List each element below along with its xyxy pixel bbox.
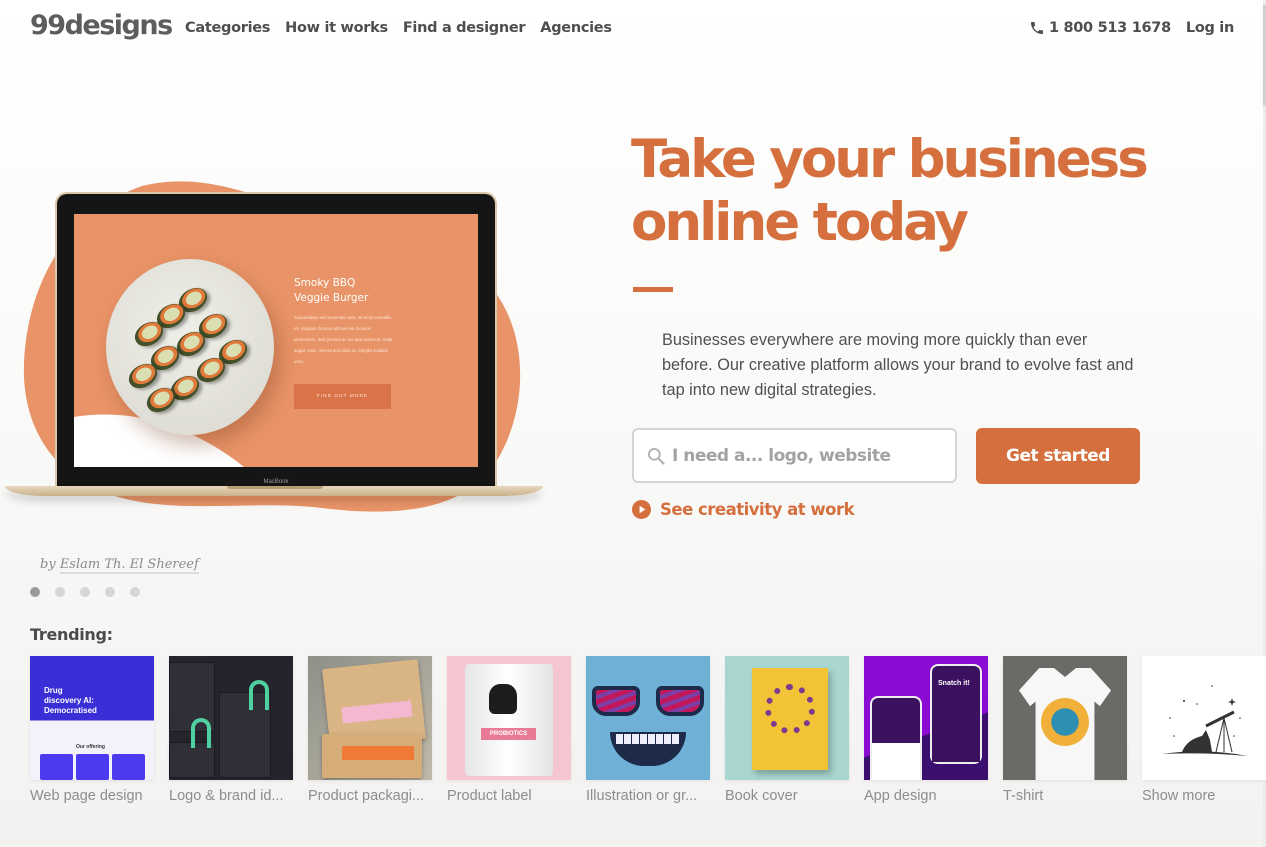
- logo[interactable]: 99designs: [30, 10, 173, 41]
- trending-item-logo-brand-identity[interactable]: Logo & brand id...: [169, 656, 293, 804]
- laptop-screen: Smoky BBQ Veggie Burger Suspendisse sed …: [74, 214, 478, 467]
- screen-title: Smoky BBQ Veggie Burger: [294, 277, 369, 304]
- trending-item-illustration[interactable]: Illustration or gr...: [586, 656, 710, 804]
- design-credit: by Eslam Th. El Shereef: [40, 557, 199, 574]
- designer-link[interactable]: Eslam Th. El Shereef: [59, 557, 199, 574]
- app-design-thumbnail: Snatch it!: [864, 656, 988, 780]
- carousel-dots: [30, 587, 140, 597]
- login-link[interactable]: Log in: [1186, 20, 1234, 36]
- carousel-dot-2[interactable]: [55, 587, 65, 597]
- play-icon: [632, 500, 651, 519]
- telescope-dog-icon: [1162, 685, 1248, 756]
- search-input[interactable]: [672, 445, 942, 466]
- trending-item-app-design[interactable]: Snatch it! App design: [864, 656, 988, 804]
- trending-item-web-page-design[interactable]: Drug discovery AI: Democratised Our offe…: [30, 656, 154, 804]
- device-label: MacBook: [263, 479, 289, 485]
- carousel-dot-5[interactable]: [130, 587, 140, 597]
- search-box: [632, 428, 957, 483]
- trending-heading: Trending:: [30, 625, 113, 644]
- carousel-dot-3[interactable]: [80, 587, 90, 597]
- trending-list: Drug discovery AI: Democratised Our offe…: [30, 656, 1266, 804]
- web-page-design-thumbnail: Drug discovery AI: Democratised Our offe…: [30, 656, 154, 780]
- nav-how-it-works[interactable]: How it works: [285, 20, 388, 36]
- show-more-thumbnail: [1142, 656, 1266, 780]
- trending-item-product-packaging[interactable]: Product packagi...: [308, 656, 432, 804]
- screen-body: Suspendisse sed venenatis ante, sit amet…: [294, 315, 393, 364]
- product-label-thumbnail: PROBIOTICS: [447, 656, 571, 780]
- laptop-notch: [227, 486, 323, 489]
- search-icon: [648, 447, 665, 465]
- phone-number: 1 800 513 1678: [1048, 20, 1171, 36]
- food-plate: [106, 259, 274, 435]
- header-actions: 1 800 513 1678 Log in: [1029, 20, 1234, 36]
- trending-item-book-cover[interactable]: Book cover: [725, 656, 849, 804]
- hero-intro: Businesses everywhere are moving more qu…: [662, 331, 1134, 399]
- laptop-showcase: Smoky BBQ Veggie Burger Suspendisse sed …: [5, 192, 543, 502]
- logo-brand-identity-thumbnail: [169, 656, 293, 780]
- hero-headline: Take your business online today: [631, 129, 1149, 253]
- see-creativity-link[interactable]: See creativity at work: [632, 500, 855, 519]
- nav-agencies[interactable]: Agencies: [540, 20, 612, 36]
- t-shirt-thumbnail: [1003, 656, 1127, 780]
- carousel-dot-1[interactable]: [30, 587, 40, 597]
- carousel-dot-4[interactable]: [105, 587, 115, 597]
- main-nav: Categories How it works Find a designer …: [185, 20, 612, 36]
- phone-icon: [1030, 22, 1043, 34]
- trending-item-product-label[interactable]: PROBIOTICS Product label: [447, 656, 571, 804]
- nav-find-a-designer[interactable]: Find a designer: [403, 20, 526, 36]
- accent-divider: [633, 287, 673, 292]
- book-cover-thumbnail: [725, 656, 849, 780]
- phone-link[interactable]: 1 800 513 1678: [1029, 20, 1171, 36]
- screen-find-out-more: FIND OUT MORE: [294, 384, 391, 409]
- site-header: 99designs Categories How it works Find a…: [0, 0, 1266, 60]
- illustration-thumbnail: [586, 656, 710, 780]
- trending-item-t-shirt[interactable]: T-shirt: [1003, 656, 1127, 804]
- trending-item-show-more[interactable]: Show more: [1142, 656, 1266, 804]
- get-started-button[interactable]: Get started: [976, 428, 1140, 484]
- product-packaging-thumbnail: [308, 656, 432, 780]
- nav-categories[interactable]: Categories: [185, 20, 270, 36]
- laptop-bezel: Smoky BBQ Veggie Burger Suspendisse sed …: [55, 192, 497, 488]
- screen-wave: [74, 414, 244, 467]
